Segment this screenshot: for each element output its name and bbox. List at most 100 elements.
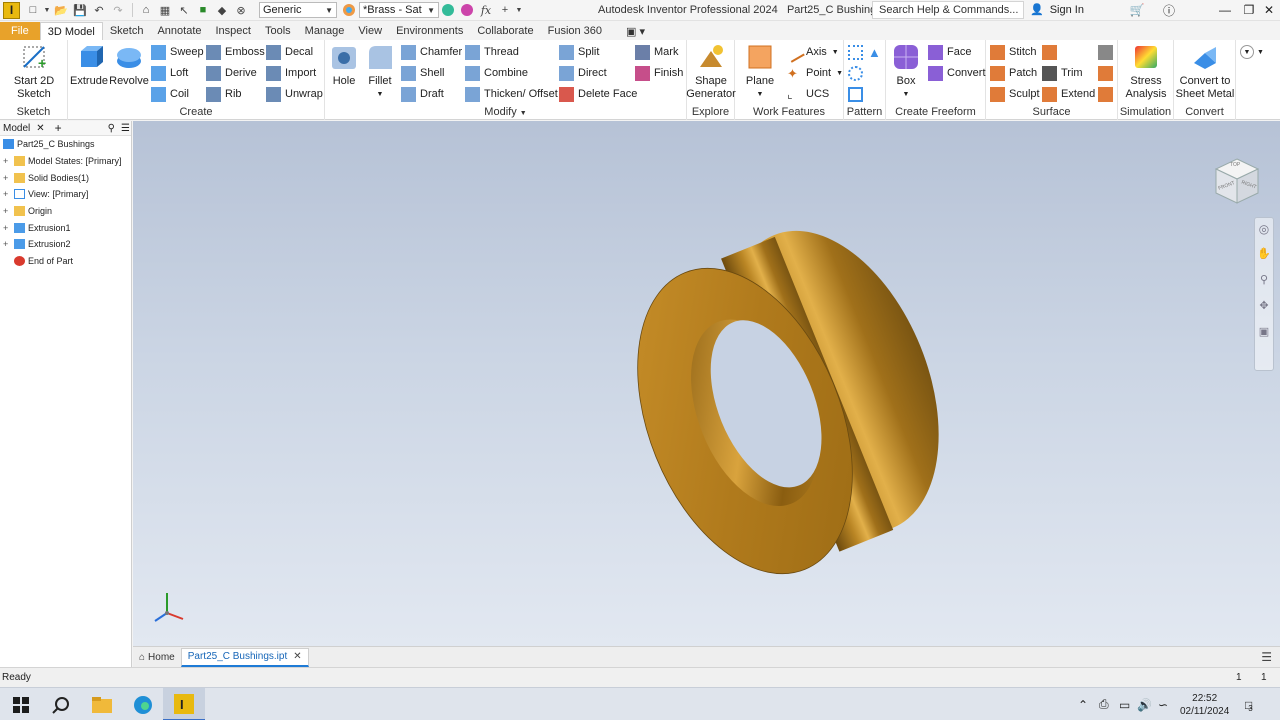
tab-model[interactable]: Model [3,123,30,134]
edge-icon[interactable] [122,688,164,720]
tab-home[interactable]: ⌂ Home [133,648,181,667]
search-icon[interactable]: ⚲ [108,123,115,134]
chamfer-button[interactable]: Chamfer [401,43,462,61]
tab-file[interactable]: File [0,22,40,40]
circular-pattern-button[interactable] [848,64,867,82]
extend-button[interactable]: Extend [1042,85,1095,103]
new-icon[interactable]: □ [24,2,42,19]
tree-item-extrusion2[interactable]: + Extrusion2 [0,236,131,253]
start-sketch-button[interactable]: + Start 2D Sketch [8,42,60,101]
expand-icon[interactable]: + [3,223,11,233]
tree-item-part[interactable]: Part25_C Bushings [0,136,131,153]
appearance-icon[interactable] [439,2,457,19]
delete-face-button[interactable]: Delete Face [559,85,637,103]
thicken-offset-button[interactable]: Thicken/ Offset [465,85,558,103]
expand-icon[interactable]: + [3,156,11,166]
repair-bodies-button[interactable] [1098,64,1117,82]
share-icon[interactable]: ◆ [213,2,231,19]
loft-button[interactable]: Loft [151,64,188,82]
shape-generator-button[interactable]: Shape Generator [686,42,736,101]
face-button[interactable]: Face [928,43,971,61]
material-dropdown[interactable]: *Brass - Sat ▼ [359,2,439,18]
emboss-button[interactable]: Emboss [206,43,265,61]
import-button[interactable]: Import [266,64,316,82]
tab-collaborate[interactable]: Collaborate [470,22,540,40]
plane-button[interactable]: Plane ▼ [741,42,779,101]
nav-icon[interactable]: ⊗ [232,2,250,19]
thread-button[interactable]: Thread [465,43,519,61]
tab-inspect[interactable]: Inspect [209,22,258,40]
rectangular-pattern-button[interactable] [848,43,867,61]
tab-fusion-360[interactable]: Fusion 360 [541,22,609,40]
patch-button[interactable]: Patch [990,64,1037,82]
stitch-button[interactable]: Stitch [990,43,1037,61]
mirror-button[interactable]: ▲ [868,43,887,61]
ruled-surface-button[interactable] [1042,43,1061,61]
mark-button[interactable]: Mark [635,43,678,61]
convert-to-sheet-metal-button[interactable]: Convert to Sheet Metal [1174,42,1236,101]
cart-icon[interactable]: 🛒 [1126,1,1148,19]
menu-icon[interactable]: ☰ [121,123,130,134]
tree-item-model-states[interactable]: + Model States: [Primary] [0,153,131,170]
tray-chevron-up-icon[interactable]: ⌃ [1078,688,1088,720]
tab-view[interactable]: View [351,22,389,40]
fillet-button[interactable]: Fillet ▼ [363,42,397,101]
trim-button[interactable]: Trim [1042,64,1083,82]
graphics-viewport[interactable]: TOP FRONT RIGHT ◎ ✋ ⚲ ✥ ▣ [133,121,1280,646]
derive-button[interactable]: Derive [206,64,257,82]
clock[interactable]: 22:52 02/11/2024 [1180,688,1229,720]
fit-mesh-button[interactable] [1098,85,1117,103]
notifications-icon[interactable]: □ 3 [1245,688,1253,720]
combine-button[interactable]: Combine [465,64,528,82]
zoom-icon[interactable]: ⚲ [1255,266,1273,292]
close-icon[interactable]: ✕ [36,123,44,134]
tree-item-view[interactable]: + View: [Primary] [0,186,131,203]
project-icon[interactable]: ■ [194,2,212,19]
tree-item-solid-bodies[interactable]: + Solid Bodies(1) [0,169,131,186]
shell-button[interactable]: Shell [401,64,444,82]
extrude-button[interactable]: Extrude [70,42,108,88]
update-icon[interactable]: ▦ [156,2,174,19]
wifi-icon[interactable]: ∽ [1158,688,1168,720]
redo-icon[interactable]: ↷ [109,2,127,19]
rib-button[interactable]: Rib [206,85,242,103]
battery-icon[interactable]: ▭ [1119,688,1130,720]
finish-button[interactable]: Finish [635,64,683,82]
plus-icon[interactable]: + [496,2,514,19]
sculpt-button[interactable]: Sculpt [990,85,1040,103]
home-icon[interactable]: ⌂ [137,2,155,19]
tray-device-icon[interactable]: ⎙ [1099,688,1109,720]
pan-icon[interactable]: ✋ [1255,240,1273,266]
hole-button[interactable]: Hole [327,42,361,88]
maximize-button[interactable]: ❐ [1238,1,1260,19]
appearance-dropdown[interactable]: Generic ▼ [259,2,337,18]
add-tab-icon[interactable]: + [55,121,62,135]
fx-icon[interactable]: fx [477,2,495,19]
dropdown-icon[interactable]: ▼ [43,2,51,19]
tab-tools[interactable]: Tools [258,22,298,40]
look-at-icon[interactable]: ▣ [1255,318,1273,344]
point-button[interactable]: ✦ Point ▼ [787,64,843,82]
ucs-button[interactable]: ⌞ UCS [787,85,829,103]
tree-item-end-of-part[interactable]: End of Part [0,253,131,270]
axis-button[interactable]: Axis ▼ [784,41,839,63]
direct-button[interactable]: Direct [559,64,607,82]
menu-icon[interactable]: ☰ [1261,650,1272,664]
decal-button[interactable]: Decal [266,43,313,61]
save-icon[interactable]: 💾 [71,2,89,19]
undo-icon[interactable]: ↶ [90,2,108,19]
tree-item-extrusion1[interactable]: + Extrusion1 [0,219,131,236]
bushing-model[interactable] [133,121,1280,646]
unwrap-button[interactable]: Unwrap [266,85,323,103]
minimize-button[interactable]: — [1214,1,1236,19]
open-icon[interactable]: 📂 [52,2,70,19]
steering-wheel-icon[interactable]: ◎ [1255,218,1273,240]
orbit-icon[interactable]: ✥ [1255,292,1273,318]
sweep-button[interactable]: Sweep [151,43,204,61]
sign-in-button[interactable]: 👤 Sign In [1030,3,1084,17]
expand-icon[interactable]: + [3,239,11,249]
draft-button[interactable]: Draft [401,85,444,103]
stress-analysis-button[interactable]: Stress Analysis [1120,42,1172,101]
tree-item-origin[interactable]: + Origin [0,203,131,220]
clear-appearance-icon[interactable] [458,2,476,19]
